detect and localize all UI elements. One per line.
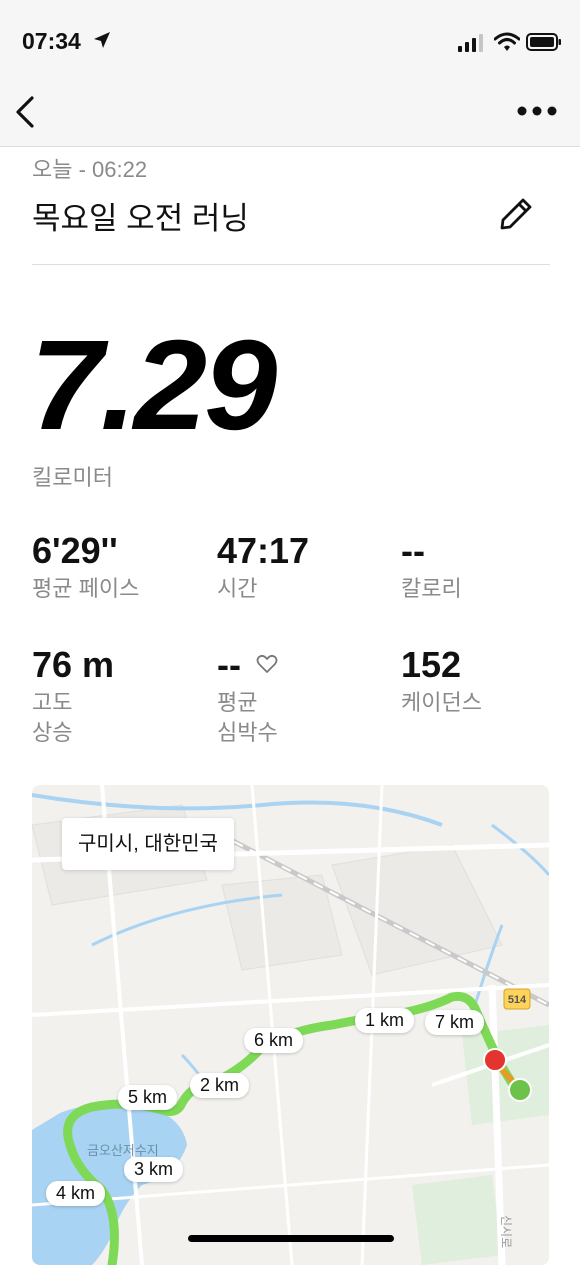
km-marker-5: 5 km	[118, 1085, 178, 1110]
activity-title: 목요일 오전 러닝	[32, 201, 249, 236]
battery-icon	[526, 33, 561, 51]
calories-label: 칼로리	[401, 576, 462, 601]
road-name-label: 신시로	[499, 1215, 513, 1248]
elevation-gain-label-line1: 고도	[32, 690, 73, 715]
km-marker-3: 3 km	[124, 1157, 184, 1182]
back-chevron-icon[interactable]	[12, 94, 38, 130]
edit-pencil-icon[interactable]	[498, 196, 534, 232]
time-value: 47:17	[217, 530, 310, 571]
avg-heart-rate-label-line2: 심박수	[217, 720, 278, 745]
km-marker-1: 1 km	[355, 1008, 415, 1033]
location-arrow-icon	[94, 32, 110, 48]
avg-heart-rate-label-line1: 평균	[217, 690, 258, 715]
route-start-marker	[483, 1048, 507, 1072]
distance-unit: 킬로미터	[32, 465, 113, 490]
cellular-signal-icon	[458, 34, 483, 52]
km-marker-6: 6 km	[244, 1028, 304, 1053]
distance-value: 7.29	[30, 314, 277, 457]
elevation-gain-value: 76 m	[32, 644, 115, 685]
heart-icon	[256, 654, 278, 673]
road-number-badge: 514	[508, 994, 527, 1006]
cadence-label: 케이던스	[401, 690, 482, 715]
avg-pace-label: 평균 페이스	[32, 576, 140, 601]
avg-pace-value: 6'29''	[32, 530, 118, 571]
navigation-bar	[0, 84, 580, 147]
km-marker-7: 7 km	[425, 1010, 485, 1035]
time-label: 시간	[217, 576, 258, 601]
activity-date: 오늘 - 06:22	[32, 157, 148, 182]
avg-heart-rate-value: --	[217, 644, 241, 685]
elevation-gain-label-line2: 상승	[32, 720, 73, 745]
route-end-marker	[508, 1078, 532, 1102]
calories-value: --	[401, 530, 425, 571]
cadence-value: 152	[401, 644, 462, 685]
km-marker-2: 2 km	[190, 1073, 250, 1098]
more-options-icon[interactable]	[516, 104, 558, 118]
status-bar: 07:34	[0, 0, 580, 84]
status-time: 07:34	[22, 28, 81, 54]
home-indicator[interactable]	[188, 1235, 394, 1242]
map-location-chip: 구미시, 대한민국	[62, 818, 234, 870]
header-divider	[32, 264, 550, 265]
km-marker-4: 4 km	[46, 1181, 106, 1206]
wifi-icon	[494, 32, 520, 51]
